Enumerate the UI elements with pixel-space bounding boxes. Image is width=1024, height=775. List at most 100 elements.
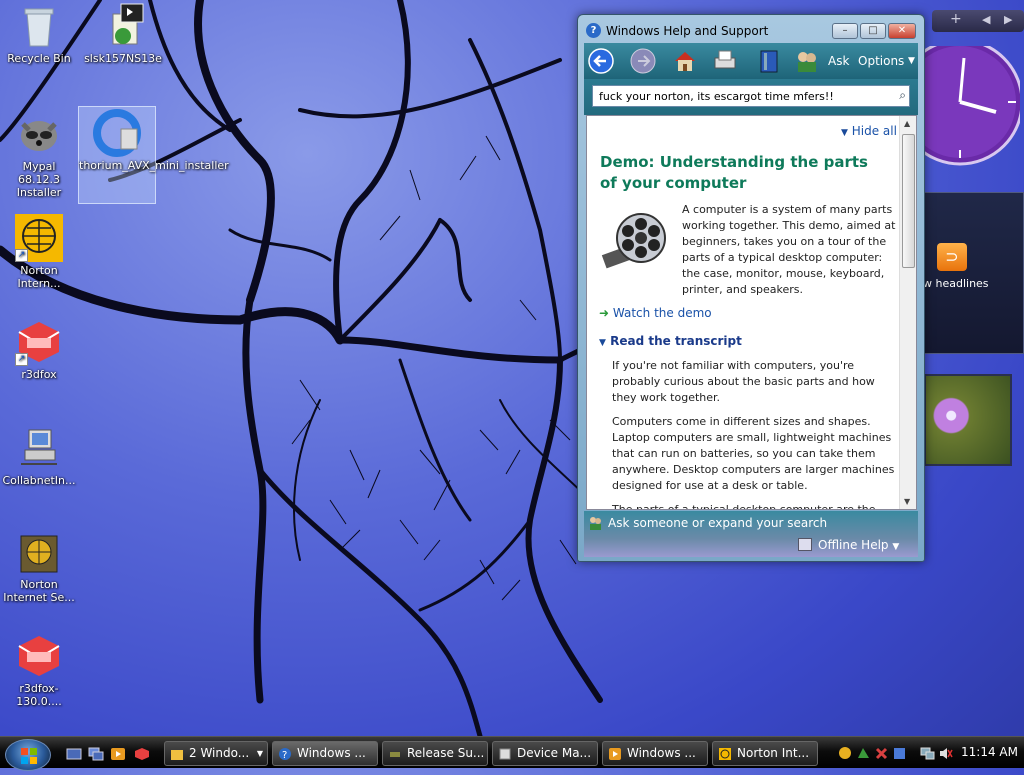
taskbar-button-help[interactable]: ? Windows ... (272, 741, 378, 766)
desktop-icon-recycle-bin[interactable]: Recycle Bin (0, 2, 78, 65)
r3dfox-quicklaunch-icon[interactable] (134, 747, 150, 761)
taskbar-button-device-manager[interactable]: Device Ma... (492, 741, 598, 766)
taskbar-button-label: Release Su... (407, 746, 485, 760)
taskbar-button-label: Windows ... (297, 746, 366, 760)
taskbar-button-media[interactable]: Windows ... (602, 741, 708, 766)
offline-help-menu[interactable]: Offline Help ▼ (818, 538, 899, 552)
thorium-icon (93, 109, 141, 157)
close-button[interactable]: ✕ (888, 23, 916, 39)
minimize-button[interactable]: – (832, 23, 858, 39)
tray-cross-icon[interactable] (874, 746, 889, 761)
back-arrow-icon[interactable] (588, 48, 614, 74)
watch-demo-label: Watch the demo (612, 306, 712, 320)
desktop-icon-slsk[interactable]: slsk157NS13e (84, 2, 162, 65)
windows-sidebar: + ◀ ▶ ⊃ w headlines (923, 0, 1024, 736)
show-desktop-icon[interactable] (66, 747, 82, 761)
search-icon[interactable]: ⌕ (899, 88, 906, 103)
scroll-thumb[interactable] (902, 134, 915, 268)
desktop-icon-r3dfox[interactable]: ↗ r3dfox (0, 318, 78, 381)
watch-demo-link[interactable]: ➜ Watch the demo (599, 306, 712, 320)
media-player-icon[interactable] (110, 747, 126, 761)
help-toolbar: Ask Options ▼ (584, 43, 918, 79)
icon-label: slsk157NS13e (84, 52, 162, 65)
taskbar-button-norton[interactable]: Norton Int... (712, 741, 818, 766)
offline-help-icon (798, 538, 812, 551)
taskbar-button-release[interactable]: Release Su... (382, 741, 488, 766)
browse-help-icon[interactable] (756, 48, 782, 74)
sidebar-gadget-bar: + ◀ ▶ (932, 10, 1024, 32)
options-menu[interactable]: Options (858, 54, 904, 68)
taskbar-button-folders[interactable]: 2 Windo... ▼ (164, 741, 268, 766)
help-bottom-bar: Ask someone or expand your search Offlin… (584, 511, 918, 557)
group-dropdown-icon: ▼ (256, 749, 263, 758)
scroll-up-icon[interactable]: ▲ (904, 119, 910, 128)
gadget-prev-icon[interactable]: ◀ (982, 13, 990, 26)
dropdown-triangle-icon: ▼ (892, 542, 900, 552)
window-title: Windows Help and Support (606, 24, 769, 38)
icon-label: Norton Internet Se... (3, 578, 75, 604)
volume-muted-icon[interactable] (938, 746, 953, 761)
windows-logo-icon (21, 748, 37, 764)
tray-security-icon[interactable] (892, 746, 907, 761)
options-dropdown-icon[interactable]: ▼ (908, 56, 915, 66)
folder-icon (171, 750, 183, 760)
collapse-triangle-icon: ▼ (841, 128, 848, 138)
tray-computers-icon[interactable] (920, 746, 935, 761)
arrow-right-icon: ➜ (599, 306, 610, 320)
intro-text: A computer is a system of many parts wor… (682, 203, 896, 296)
maximize-button[interactable]: □ (860, 23, 886, 39)
desktop-icon-thorium[interactable]: thorium_AVX_mini_installer (78, 106, 229, 204)
vertical-scrollbar[interactable]: ▲ ▼ (899, 116, 916, 509)
clock-gadget[interactable] (924, 46, 1020, 176)
title-bar[interactable]: ? Windows Help and Support – □ ✕ (578, 15, 924, 43)
taskbar-button-label: Windows ... (627, 746, 696, 760)
switch-windows-icon[interactable] (88, 747, 104, 761)
film-reel-icon (601, 213, 666, 269)
scroll-down-icon[interactable]: ▼ (904, 497, 910, 506)
expand-triangle-icon: ▼ (599, 338, 606, 348)
desktop-icon-collabnet[interactable]: CollabnetIn... (0, 424, 78, 487)
desktop-icon-norton-internet[interactable]: ↗ Norton Intern... (0, 214, 78, 290)
taskbar-button-label: Norton Int... (737, 746, 810, 760)
read-transcript-toggle[interactable]: ▼ Read the transcript (599, 334, 742, 348)
ask-someone-link[interactable]: Ask someone or expand your search (608, 516, 827, 530)
add-gadget-button[interactable]: + (950, 11, 962, 27)
tool-icon (390, 752, 400, 757)
forward-arrow-icon[interactable] (630, 48, 656, 74)
desktop-icon-mypal[interactable]: Mypal 68.12.3 Installer (0, 110, 78, 199)
icon-label: r3dfox (21, 368, 57, 381)
computer-network-icon (15, 424, 63, 472)
help-icon: ? (279, 748, 291, 761)
search-input[interactable]: fuck your norton, its escargot time mfer… (592, 85, 910, 107)
search-bar: fuck your norton, its escargot time mfer… (584, 79, 918, 115)
people-icon (590, 517, 601, 530)
taskbar-button-label: 2 Windo... (189, 746, 250, 760)
norton-box-icon (15, 528, 63, 576)
tray-network-app-icon[interactable] (838, 746, 853, 761)
home-icon[interactable] (672, 48, 698, 74)
hide-all-link[interactable]: ▼ Hide all (841, 124, 897, 138)
feed-headlines-gadget[interactable]: ⊃ w headlines (923, 192, 1024, 354)
r3dfox-icon: ↗ (15, 318, 63, 366)
r3dfox-icon (15, 632, 63, 680)
print-icon[interactable] (712, 48, 738, 74)
tray-network-icon[interactable] (856, 746, 871, 761)
desktop-icon-norton-internet-se[interactable]: Norton Internet Se... (0, 528, 78, 604)
taskbar-clock[interactable]: 11:14 AM (961, 745, 1018, 759)
device-manager-icon (499, 748, 511, 760)
icon-label: CollabnetIn... (2, 474, 76, 487)
icon-label: Mypal 68.12.3 Installer (16, 160, 62, 199)
gadget-next-icon[interactable]: ▶ (1004, 13, 1012, 26)
help-icon: ? (586, 23, 601, 38)
help-and-support-window: ? Windows Help and Support – □ ✕ Ask Opt… (577, 14, 925, 562)
offline-help-label: Offline Help (818, 538, 889, 552)
shortcut-arrow-icon: ↗ (15, 249, 28, 262)
norton-icon (719, 748, 731, 760)
desktop-icon-r3dfox-130[interactable]: r3dfox-130.0.... (0, 632, 78, 708)
help-content-pane: ▼ Hide all Demo: Understanding the parts… (586, 115, 917, 510)
slideshow-gadget[interactable] (924, 374, 1012, 466)
ask-label[interactable]: Ask (828, 54, 849, 68)
ask-icon[interactable] (794, 48, 820, 74)
taskbar-button-label: Device Ma... (517, 746, 592, 760)
start-button[interactable] (5, 739, 51, 771)
